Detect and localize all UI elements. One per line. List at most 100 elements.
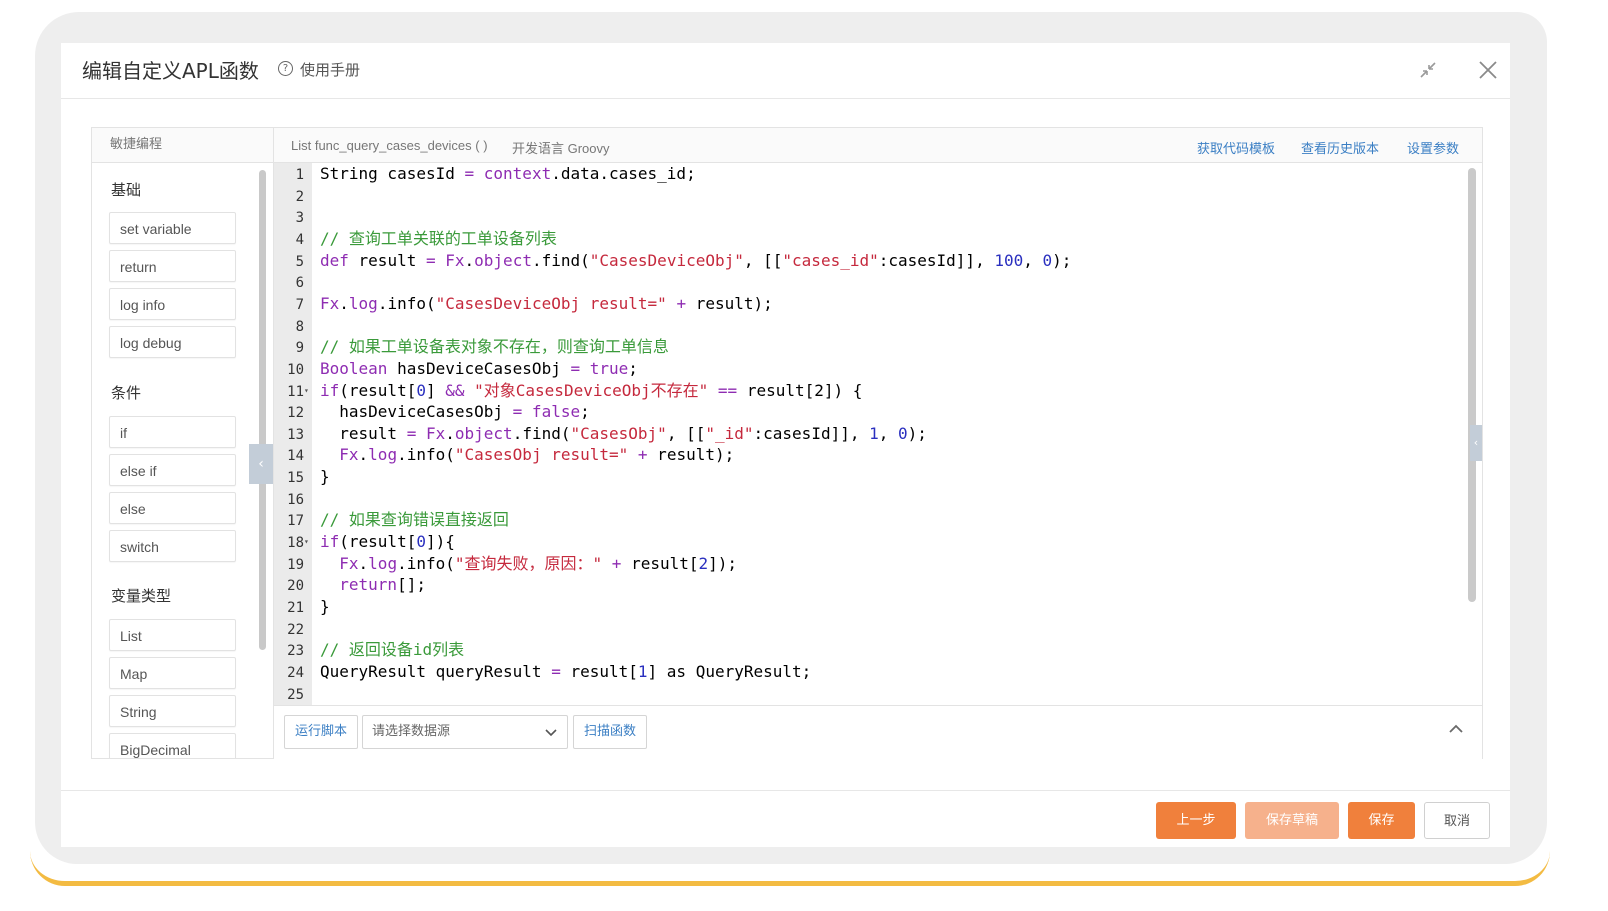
save-button[interactable]: 保存 (1348, 802, 1415, 839)
line-number: 20 (287, 578, 304, 595)
cancel-button[interactable]: 取消 (1424, 802, 1490, 839)
editor-header: List func_query_cases_devices ( ) 开发语言 G… (274, 128, 1482, 163)
snippet-switch[interactable]: switch (109, 530, 236, 562)
code-text: return[]; (320, 575, 426, 595)
help-circle-icon[interactable]: ? (278, 61, 293, 76)
decorative-underline (30, 851, 1550, 886)
fold-arrow-icon[interactable]: ▾ (304, 531, 312, 553)
code-line[interactable]: 18▾ if(result[0]){ (274, 531, 1464, 553)
line-number: 13 (287, 426, 304, 443)
code-line[interactable]: 5 def result = Fx.object.find("CasesDevic… (274, 250, 1464, 272)
snippet-log-info[interactable]: log info (109, 288, 236, 320)
right-panel-expand-icon[interactable]: ‹ (1470, 425, 1482, 461)
code-line[interactable]: 14 Fx.log.info("CasesObj result=" + resu… (274, 444, 1464, 466)
code-line[interactable]: 17 // 如果查询错误直接返回 (274, 509, 1464, 531)
group-title-variable-types: 变量类型 (111, 587, 172, 605)
code-line[interactable]: 13 result = Fx.object.find("CasesObj", [… (274, 423, 1464, 445)
code-line[interactable]: 1 String casesId = context.data.cases_id; (274, 163, 1464, 185)
code-line[interactable]: 20 return[]; (274, 574, 1464, 596)
line-number: 12 (287, 405, 304, 422)
snippet-if[interactable]: if (109, 416, 236, 448)
code-line[interactable]: 4 // 查询工单关联的工单设备列表 (274, 228, 1464, 250)
snippet-set-variable[interactable]: set variable (109, 212, 236, 244)
code-editor[interactable]: 1 String casesId = context.data.cases_id;… (274, 163, 1466, 705)
code-line[interactable]: 10 Boolean hasDeviceCasesObj = true; (274, 358, 1464, 380)
group-title-basic: 基础 (111, 181, 142, 199)
snippet-string[interactable]: String (109, 695, 236, 727)
dialog-footer: 上一步 保存草稿 保存 取消 (61, 790, 1510, 847)
editor-scrollbar[interactable] (1468, 168, 1476, 602)
code-text: Boolean hasDeviceCasesObj = true; (320, 358, 638, 378)
snippet-return[interactable]: return (109, 250, 236, 282)
code-line[interactable]: 24 QueryResult queryResult = result[1] as… (274, 661, 1464, 683)
editor-panel: 敏捷编程 基础 set variable return log info log… (91, 127, 1483, 759)
code-text: // 返回设备id列表 (320, 640, 465, 660)
line-number: 18 (287, 535, 304, 552)
line-number: 24 (287, 664, 304, 681)
code-text: Fx.log.info("CasesDeviceObj result=" + r… (320, 293, 773, 313)
code-area: List func_query_cases_devices ( ) 开发语言 G… (274, 128, 1482, 759)
snippet-else[interactable]: else (109, 492, 236, 524)
code-line[interactable]: 16 (274, 488, 1464, 510)
dialog-title: 编辑自定义APL函数 (82, 59, 259, 83)
code-text: result = Fx.object.find("CasesObj", [["_… (320, 423, 927, 443)
set-params-link[interactable]: 设置参数 (1407, 138, 1459, 157)
code-line[interactable]: 23 // 返回设备id列表 (274, 639, 1464, 661)
code-line[interactable]: 6 (274, 271, 1464, 293)
code-line[interactable]: 19 Fx.log.info("查询失败，原因：" + result[2]); (274, 553, 1464, 575)
group-title-condition: 条件 (111, 384, 142, 402)
line-number: 2 (295, 188, 304, 205)
snippet-log-debug[interactable]: log debug (109, 326, 236, 358)
code-text: } (320, 467, 330, 487)
code-text: } (320, 597, 330, 616)
line-number: 25 (287, 686, 304, 703)
code-text: String casesId = context.data.cases_id; (320, 164, 696, 183)
code-line[interactable]: 8 (274, 315, 1464, 337)
code-line[interactable]: 3 (274, 206, 1464, 228)
function-signature: List func_query_cases_devices ( ) (291, 138, 488, 153)
code-line[interactable]: 9 // 如果工单设备表对象不存在，则查询工单信息 (274, 336, 1464, 358)
close-icon[interactable] (1477, 59, 1499, 81)
datasource-select[interactable]: 请选择数据源 (362, 715, 568, 749)
help-link[interactable]: 使用手册 (300, 59, 360, 80)
code-line[interactable]: 21} (274, 596, 1464, 618)
code-line[interactable]: 15} (274, 466, 1464, 488)
snippet-sidebar-title: 敏捷编程 (92, 128, 273, 163)
line-number: 7 (295, 296, 304, 313)
snippet-map[interactable]: Map (109, 657, 236, 689)
code-line[interactable]: 11▾ if(result[0] && "对象CasesDeviceObj不存在"… (274, 380, 1464, 402)
snippet-bigdecimal[interactable]: BigDecimal (109, 733, 236, 758)
sidebar-collapse-icon[interactable]: ‹ (249, 444, 273, 484)
history-version-link[interactable]: 查看历史版本 (1301, 138, 1379, 157)
snippet-else-if[interactable]: else if (109, 454, 236, 486)
code-line[interactable]: 7 Fx.log.info("CasesDeviceObj result=" + … (274, 293, 1464, 315)
scan-function-button[interactable]: 扫描函数 (573, 715, 647, 749)
code-text: if(result[0] && "对象CasesDeviceObj不存在" ==… (320, 380, 863, 400)
sidebar-scrollbar[interactable] (259, 170, 266, 650)
save-draft-button[interactable]: 保存草稿 (1245, 802, 1339, 839)
line-number: 11 (287, 383, 304, 400)
previous-step-button[interactable]: 上一步 (1156, 802, 1236, 839)
line-number: 21 (287, 600, 304, 616)
code-line[interactable]: 2 (274, 185, 1464, 207)
code-line[interactable]: 22 (274, 618, 1464, 640)
line-number: 3 (295, 210, 304, 227)
chevron-up-icon[interactable] (1449, 724, 1463, 734)
get-template-link[interactable]: 获取代码模板 (1197, 138, 1275, 157)
line-number: 14 (287, 448, 304, 465)
line-number: 22 (287, 621, 304, 638)
code-line[interactable]: 12 hasDeviceCasesObj = false; (274, 401, 1464, 423)
snippet-list[interactable]: List (109, 619, 236, 651)
datasource-placeholder: 请选择数据源 (372, 724, 451, 739)
code-text: hasDeviceCasesObj = false; (320, 402, 590, 422)
line-number: 8 (295, 318, 304, 335)
fold-arrow-icon[interactable]: ▾ (304, 380, 312, 402)
line-number: 1 (295, 167, 304, 183)
code-line[interactable]: 25 (274, 683, 1464, 705)
dialog-header: 编辑自定义APL函数 ? 使用手册 (61, 43, 1510, 99)
minimize-icon[interactable] (1419, 61, 1437, 79)
run-script-button[interactable]: 运行脚本 (284, 715, 358, 749)
code-text: if(result[0]){ (320, 532, 455, 552)
line-number: 15 (287, 470, 304, 487)
code-text: // 如果工单设备表对象不存在，则查询工单信息 (320, 337, 669, 357)
